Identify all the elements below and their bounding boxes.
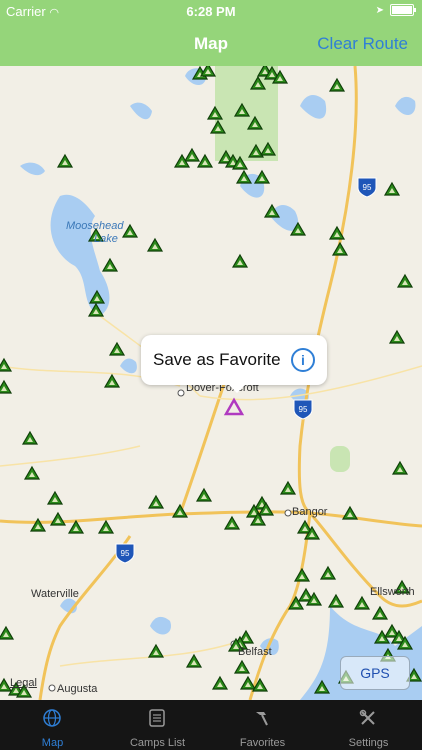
tab-settings[interactable]: Settings [316,700,421,750]
selected-campsite-marker [223,397,245,416]
place-label: Bangor [292,506,328,518]
place-label: Augusta [57,683,98,695]
campsite-marker[interactable] [0,357,13,372]
status-right: ➤ [375,4,416,16]
place-label: Ellsworth [370,586,415,598]
clear-route-button[interactable]: Clear Route [317,34,408,54]
list-icon [149,709,165,727]
globe-icon [43,709,61,727]
legal-link[interactable]: Legal [10,677,37,689]
status-time: 6:28 PM [186,4,236,19]
save-favorite-label[interactable]: Save as Favorite [153,350,281,370]
tab-map[interactable]: Map [0,700,105,750]
place-label: Waterville [31,588,79,600]
tab-label: Settings [348,737,389,749]
battery-icon [390,4,416,16]
nav-bar: Map Clear Route [0,22,422,66]
highway-shield: 95 [293,399,313,420]
tab-label: Map [41,737,64,749]
tab-favorites[interactable]: Favorites [210,700,315,750]
hwy-label: 95 [121,549,130,558]
hwy-label: 95 [363,183,372,192]
hammer-icon [256,712,268,726]
campsite-marker[interactable] [0,379,13,394]
info-icon[interactable]: i [291,348,315,372]
tab-camps-list[interactable]: Camps List [105,700,210,750]
highway-shield: 95 [357,177,377,198]
tab-bar: Map Camps List Favorites Settings [0,700,422,750]
highway-shield: 95 [115,543,135,564]
tab-label: Camps List [129,737,186,749]
status-bar: Carrier ◠ 6:28 PM ➤ [0,0,422,22]
favorite-callout[interactable]: Save as Favorite i [141,335,327,393]
park-area [330,446,350,472]
location-arrow-icon: ➤ [375,4,384,16]
tab-label: Favorites [239,737,286,749]
place-label: Belfast [238,646,272,658]
place-label: Lake [94,233,118,245]
hwy-label: 95 [299,405,308,414]
gps-button[interactable]: GPS [340,656,410,690]
tools-icon [359,709,375,725]
place-label: Moosehead [66,220,124,232]
